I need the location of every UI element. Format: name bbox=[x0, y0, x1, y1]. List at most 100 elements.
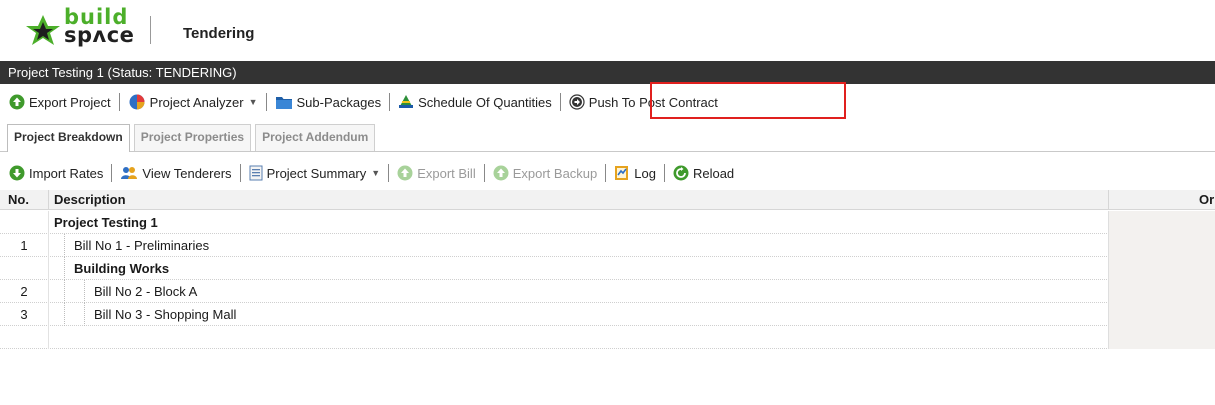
tab-project-breakdown[interactable]: Project Breakdown bbox=[7, 124, 130, 152]
column-divider bbox=[48, 234, 49, 257]
pie-chart-icon bbox=[129, 94, 145, 110]
app-header: build spʌce Tendering bbox=[0, 0, 1215, 60]
tree-indent-guide bbox=[84, 280, 85, 303]
log-label: Log bbox=[634, 165, 656, 181]
view-tenderers-button[interactable]: View Tenderers bbox=[117, 161, 234, 185]
project-summary-button[interactable]: Project Summary ▼ bbox=[246, 161, 384, 185]
export-backup-label: Export Backup bbox=[512, 165, 598, 181]
export-backup-button[interactable]: Export Backup bbox=[490, 161, 601, 185]
toolbar-divider bbox=[111, 164, 113, 182]
project-title-bar: Project Testing 1 (Status: TENDERING) bbox=[0, 61, 1215, 84]
toolbar-divider bbox=[265, 93, 267, 111]
project-summary-label: Project Summary bbox=[266, 165, 367, 181]
tab-project-addendum[interactable]: Project Addendum bbox=[255, 124, 376, 151]
toolbar-divider bbox=[605, 164, 607, 182]
export-project-button[interactable]: Export Project bbox=[6, 90, 114, 114]
sub-packages-button[interactable]: Sub-Packages bbox=[272, 90, 385, 114]
column-header-partial[interactable]: Or bbox=[1199, 192, 1214, 207]
table-row[interactable]: 2 Bill No 2 - Block A bbox=[0, 280, 1215, 303]
row-description: Bill No 1 - Preliminaries bbox=[74, 238, 210, 253]
arrow-right-circle-icon bbox=[569, 94, 585, 110]
tree-indent-guide bbox=[64, 257, 65, 280]
row-right-cell bbox=[1108, 280, 1215, 303]
row-right-cell bbox=[1108, 257, 1215, 280]
toolbar-divider bbox=[663, 164, 665, 182]
view-tenderers-label: View Tenderers bbox=[142, 165, 232, 181]
row-number: 3 bbox=[20, 307, 28, 322]
reload-button[interactable]: Reload bbox=[670, 161, 737, 185]
row-description: Bill No 2 - Block A bbox=[94, 284, 198, 299]
row-description: Bill No 3 - Shopping Mall bbox=[94, 307, 237, 322]
table-row[interactable]: 1 Bill No 1 - Preliminaries bbox=[0, 234, 1215, 257]
sub-packages-label: Sub-Packages bbox=[296, 94, 382, 110]
push-to-post-contract-label: Push To Post Contract bbox=[588, 94, 718, 110]
section-title: Tendering bbox=[183, 25, 255, 42]
column-divider bbox=[48, 190, 49, 210]
table-row[interactable]: Project Testing 1 bbox=[0, 211, 1215, 234]
chevron-down-icon: ▼ bbox=[371, 168, 381, 178]
column-divider bbox=[48, 326, 49, 349]
row-description: Project Testing 1 bbox=[54, 215, 158, 230]
row-number: 1 bbox=[20, 238, 28, 253]
column-header-description[interactable]: Description bbox=[54, 192, 126, 207]
export-bill-label: Export Bill bbox=[417, 165, 476, 181]
toolbar-divider bbox=[388, 164, 390, 182]
schedule-of-quantities-button[interactable]: Schedule Of Quantities bbox=[395, 90, 555, 114]
log-book-icon bbox=[615, 166, 629, 180]
import-down-arrow-icon bbox=[9, 165, 25, 181]
header-divider bbox=[150, 16, 151, 44]
export-up-arrow-icon bbox=[493, 165, 509, 181]
row-number: 2 bbox=[20, 284, 28, 299]
table-row[interactable] bbox=[0, 326, 1215, 349]
export-up-arrow-icon bbox=[397, 165, 413, 181]
row-right-cell bbox=[1108, 211, 1215, 234]
users-icon bbox=[121, 167, 138, 179]
toolbar-divider bbox=[559, 93, 561, 111]
tree-indent-guide bbox=[64, 280, 65, 303]
document-list-icon bbox=[249, 165, 263, 181]
tree-indent-guide bbox=[84, 303, 85, 326]
reload-label: Reload bbox=[692, 165, 735, 181]
logo-text-space: spʌce bbox=[64, 23, 135, 47]
grid-header: No. Description Or bbox=[0, 190, 1215, 210]
toolbar-divider bbox=[239, 164, 241, 182]
toolbar-divider bbox=[389, 93, 391, 111]
tree-indent-guide bbox=[64, 234, 65, 257]
import-rates-label: Import Rates bbox=[29, 165, 104, 181]
buildspace-logo-icon bbox=[26, 15, 60, 45]
tab-project-properties[interactable]: Project Properties bbox=[133, 124, 252, 151]
tree-indent-guide bbox=[64, 303, 65, 326]
column-header-no[interactable]: No. bbox=[8, 192, 29, 207]
chevron-down-icon: ▼ bbox=[248, 97, 258, 107]
breakdown-toolbar: Import Rates View Tenderers Project Summ… bbox=[6, 159, 737, 187]
log-button[interactable]: Log bbox=[611, 161, 659, 185]
grid-rows: Project Testing 1 1 Bill No 1 - Prelimin… bbox=[0, 211, 1215, 349]
project-tabs: Project Breakdown Project Properties Pro… bbox=[7, 124, 379, 152]
column-divider bbox=[1108, 190, 1109, 210]
table-row[interactable]: 3 Bill No 3 - Shopping Mall bbox=[0, 303, 1215, 326]
reload-icon bbox=[673, 165, 689, 181]
export-up-arrow-icon bbox=[9, 94, 25, 110]
project-analyzer-button[interactable]: Project Analyzer ▼ bbox=[125, 90, 261, 114]
table-row[interactable]: Building Works bbox=[0, 257, 1215, 280]
pyramid-icon bbox=[399, 95, 414, 108]
toolbar-divider bbox=[118, 93, 120, 111]
export-bill-button[interactable]: Export Bill bbox=[394, 161, 479, 185]
row-description: Building Works bbox=[74, 261, 170, 276]
toolbar-divider bbox=[483, 164, 485, 182]
column-divider bbox=[48, 303, 49, 326]
export-project-label: Export Project bbox=[29, 94, 111, 110]
row-right-cell bbox=[1108, 326, 1215, 349]
schedule-of-quantities-label: Schedule Of Quantities bbox=[418, 94, 552, 110]
buildspace-logo[interactable]: build spʌce bbox=[22, 6, 152, 50]
column-divider bbox=[48, 280, 49, 303]
column-divider bbox=[48, 211, 49, 234]
folder-icon bbox=[275, 97, 292, 109]
import-rates-button[interactable]: Import Rates bbox=[6, 161, 106, 185]
push-to-post-contract-button[interactable]: Push To Post Contract bbox=[566, 90, 721, 114]
row-right-cell bbox=[1108, 303, 1215, 326]
row-right-cell bbox=[1108, 234, 1215, 257]
column-divider bbox=[48, 257, 49, 280]
project-analyzer-label: Project Analyzer bbox=[149, 94, 244, 110]
project-toolbar: Export Project Project Analyzer ▼ Sub-Pa… bbox=[6, 88, 721, 116]
